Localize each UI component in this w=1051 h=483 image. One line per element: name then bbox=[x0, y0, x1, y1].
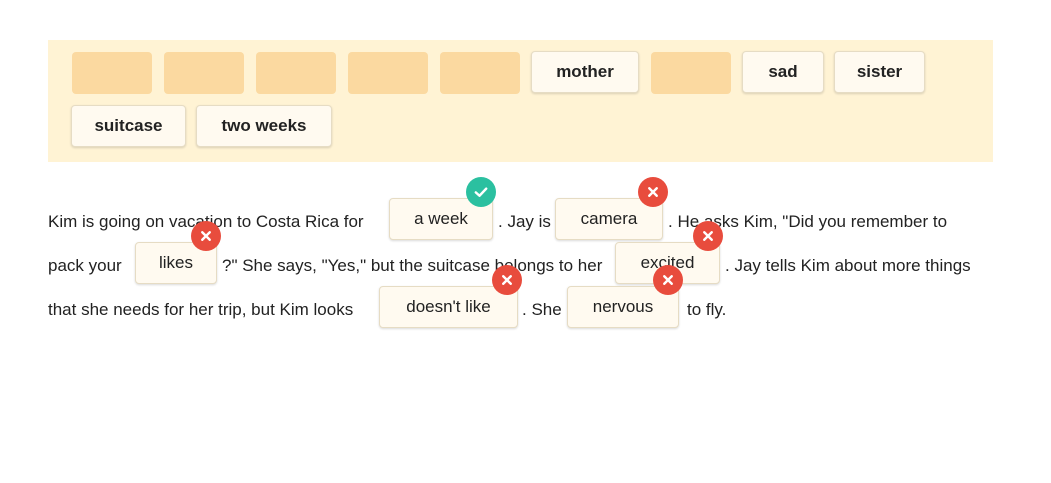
x-icon bbox=[663, 275, 673, 285]
word-bank: mother sad sister suitcase two weeks bbox=[48, 40, 993, 162]
check-icon bbox=[474, 187, 488, 197]
passage-text: ?" She says, "Yes," but the suitcase bel… bbox=[222, 256, 603, 275]
answer-slot-doesnt-like[interactable]: doesn't like bbox=[379, 286, 518, 328]
passage-text: that she needs for her trip, but Kim loo… bbox=[48, 300, 354, 319]
correct-mark bbox=[466, 177, 496, 207]
incorrect-mark bbox=[693, 221, 723, 251]
passage-text: . She bbox=[522, 300, 562, 319]
incorrect-mark bbox=[638, 177, 668, 207]
word-chip-sister[interactable]: sister bbox=[834, 51, 925, 93]
empty-slot bbox=[348, 52, 428, 94]
empty-slot bbox=[440, 52, 520, 94]
passage-text: . Jay is bbox=[498, 212, 551, 231]
empty-slot bbox=[651, 52, 731, 94]
passage-text: . Jay tells Kim about more things bbox=[725, 256, 971, 275]
passage-text: pack your bbox=[48, 256, 122, 275]
word-chip-mother[interactable]: mother bbox=[531, 51, 639, 93]
word-chip-sad[interactable]: sad bbox=[742, 51, 824, 93]
x-icon bbox=[703, 231, 713, 241]
x-icon bbox=[201, 231, 211, 241]
empty-slot bbox=[256, 52, 336, 94]
empty-slot bbox=[164, 52, 244, 94]
x-icon bbox=[502, 275, 512, 285]
passage-line-2: pack your likes ?" She says, "Yes," but … bbox=[48, 221, 1008, 288]
incorrect-mark bbox=[492, 265, 522, 295]
incorrect-mark bbox=[191, 221, 221, 251]
passage-text: to fly. bbox=[687, 300, 727, 319]
word-chip-two-weeks[interactable]: two weeks bbox=[196, 105, 332, 147]
word-chip-suitcase[interactable]: suitcase bbox=[71, 105, 186, 147]
passage-line-3: that she needs for her trip, but Kim loo… bbox=[48, 265, 1008, 332]
x-icon bbox=[648, 187, 658, 197]
incorrect-mark bbox=[653, 265, 683, 295]
empty-slot bbox=[72, 52, 152, 94]
